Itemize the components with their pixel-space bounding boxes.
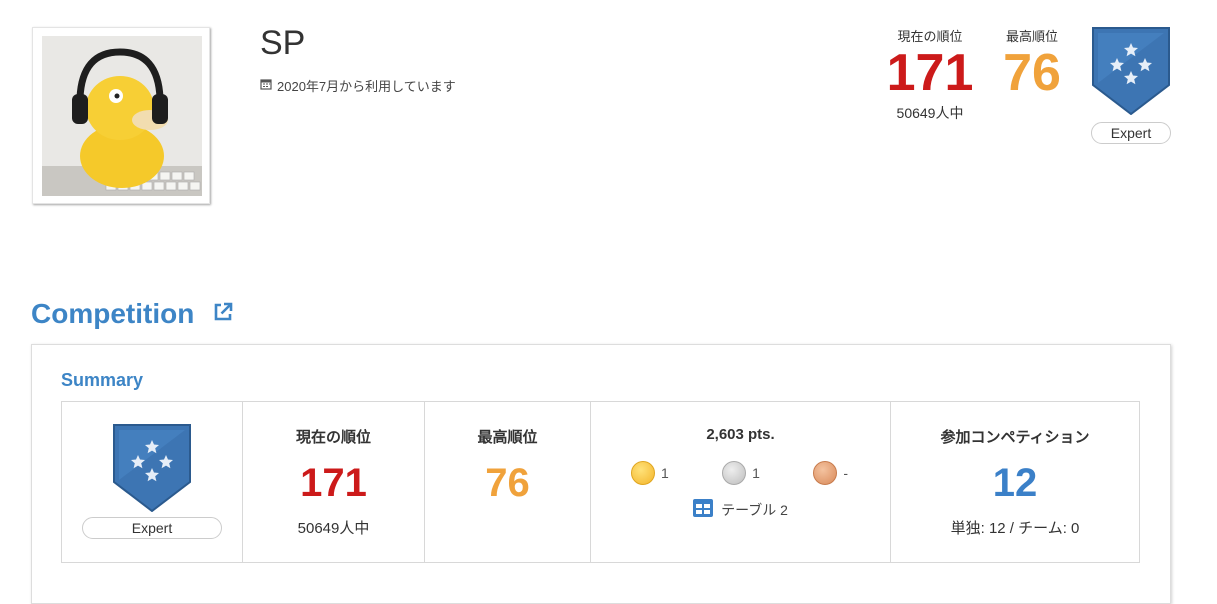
medal-counts: 1 1 - — [591, 461, 890, 485]
summary-current-rank-value: 171 — [300, 461, 367, 505]
avatar — [32, 27, 210, 204]
bronze-count: - — [843, 465, 848, 481]
header-tier-badge-icon — [1092, 27, 1170, 120]
competition-heading: Competition — [31, 298, 234, 330]
competition-title: Competition — [31, 298, 195, 329]
gold-medal: 1 — [631, 461, 669, 485]
header-best-rank: 最高順位 76 — [994, 26, 1070, 101]
summary-total-users: 50649人中 — [297, 520, 370, 537]
member-since-text: 2020年7月から利用しています — [277, 79, 456, 94]
summary-current-rank-cell: 現在の順位 171 50649人中 — [243, 402, 425, 562]
participation-breakdown: 単独: 12 / チーム: 0 — [950, 520, 1080, 537]
silver-count: 1 — [752, 465, 760, 481]
summary-best-rank-cell: 最高順位 76 — [425, 402, 591, 562]
gold-medal-icon — [631, 461, 655, 485]
external-link-icon[interactable] — [212, 298, 234, 330]
header-best-rank-label: 最高順位 — [1005, 29, 1058, 44]
summary-points: 2,603 pts. — [706, 426, 775, 443]
calendar-icon — [260, 78, 272, 93]
bronze-medal: - — [813, 461, 848, 485]
summary-title: Summary — [61, 370, 144, 390]
summary-best-rank-label: 最高順位 — [477, 429, 538, 446]
member-since: 2020年7月から利用しています — [260, 76, 456, 95]
bronze-medal-icon — [813, 461, 838, 485]
table-icon — [693, 499, 714, 520]
silver-medal: 1 — [722, 461, 760, 485]
header-best-rank-value: 76 — [1003, 44, 1061, 102]
summary-current-rank-label: 現在の順位 — [295, 429, 371, 446]
summary-table: Expert 現在の順位 171 50649人中 最高順位 76 2,603 p… — [61, 401, 1140, 563]
participated-value: 12 — [992, 461, 1038, 505]
gold-count: 1 — [661, 465, 669, 481]
summary-tier-badge-icon — [62, 424, 242, 512]
table-link-label: テーブル 2 — [721, 501, 788, 518]
username: SP — [260, 24, 306, 62]
table-link[interactable]: テーブル 2 — [591, 499, 890, 520]
summary-best-rank-value: 76 — [485, 461, 530, 505]
header-tier-label: Expert — [1091, 122, 1171, 144]
header-current-rank: 現在の順位 171 50649人中 — [880, 26, 980, 123]
avatar-image — [42, 36, 202, 196]
header-current-rank-value: 171 — [886, 44, 974, 102]
summary-points-cell: 2,603 pts. 1 1 - テーブル 2 — [591, 402, 891, 562]
header-current-rank-label: 現在の順位 — [897, 29, 963, 44]
summary-tier-label: Expert — [82, 517, 222, 539]
header-total-users: 50649人中 — [896, 105, 964, 121]
summary-tier-cell: Expert — [62, 402, 243, 562]
participated-label: 参加コンペティション — [940, 429, 1090, 446]
summary-participation-cell: 参加コンペティション 12 単独: 12 / チーム: 0 — [891, 402, 1139, 562]
silver-medal-icon — [722, 461, 747, 485]
